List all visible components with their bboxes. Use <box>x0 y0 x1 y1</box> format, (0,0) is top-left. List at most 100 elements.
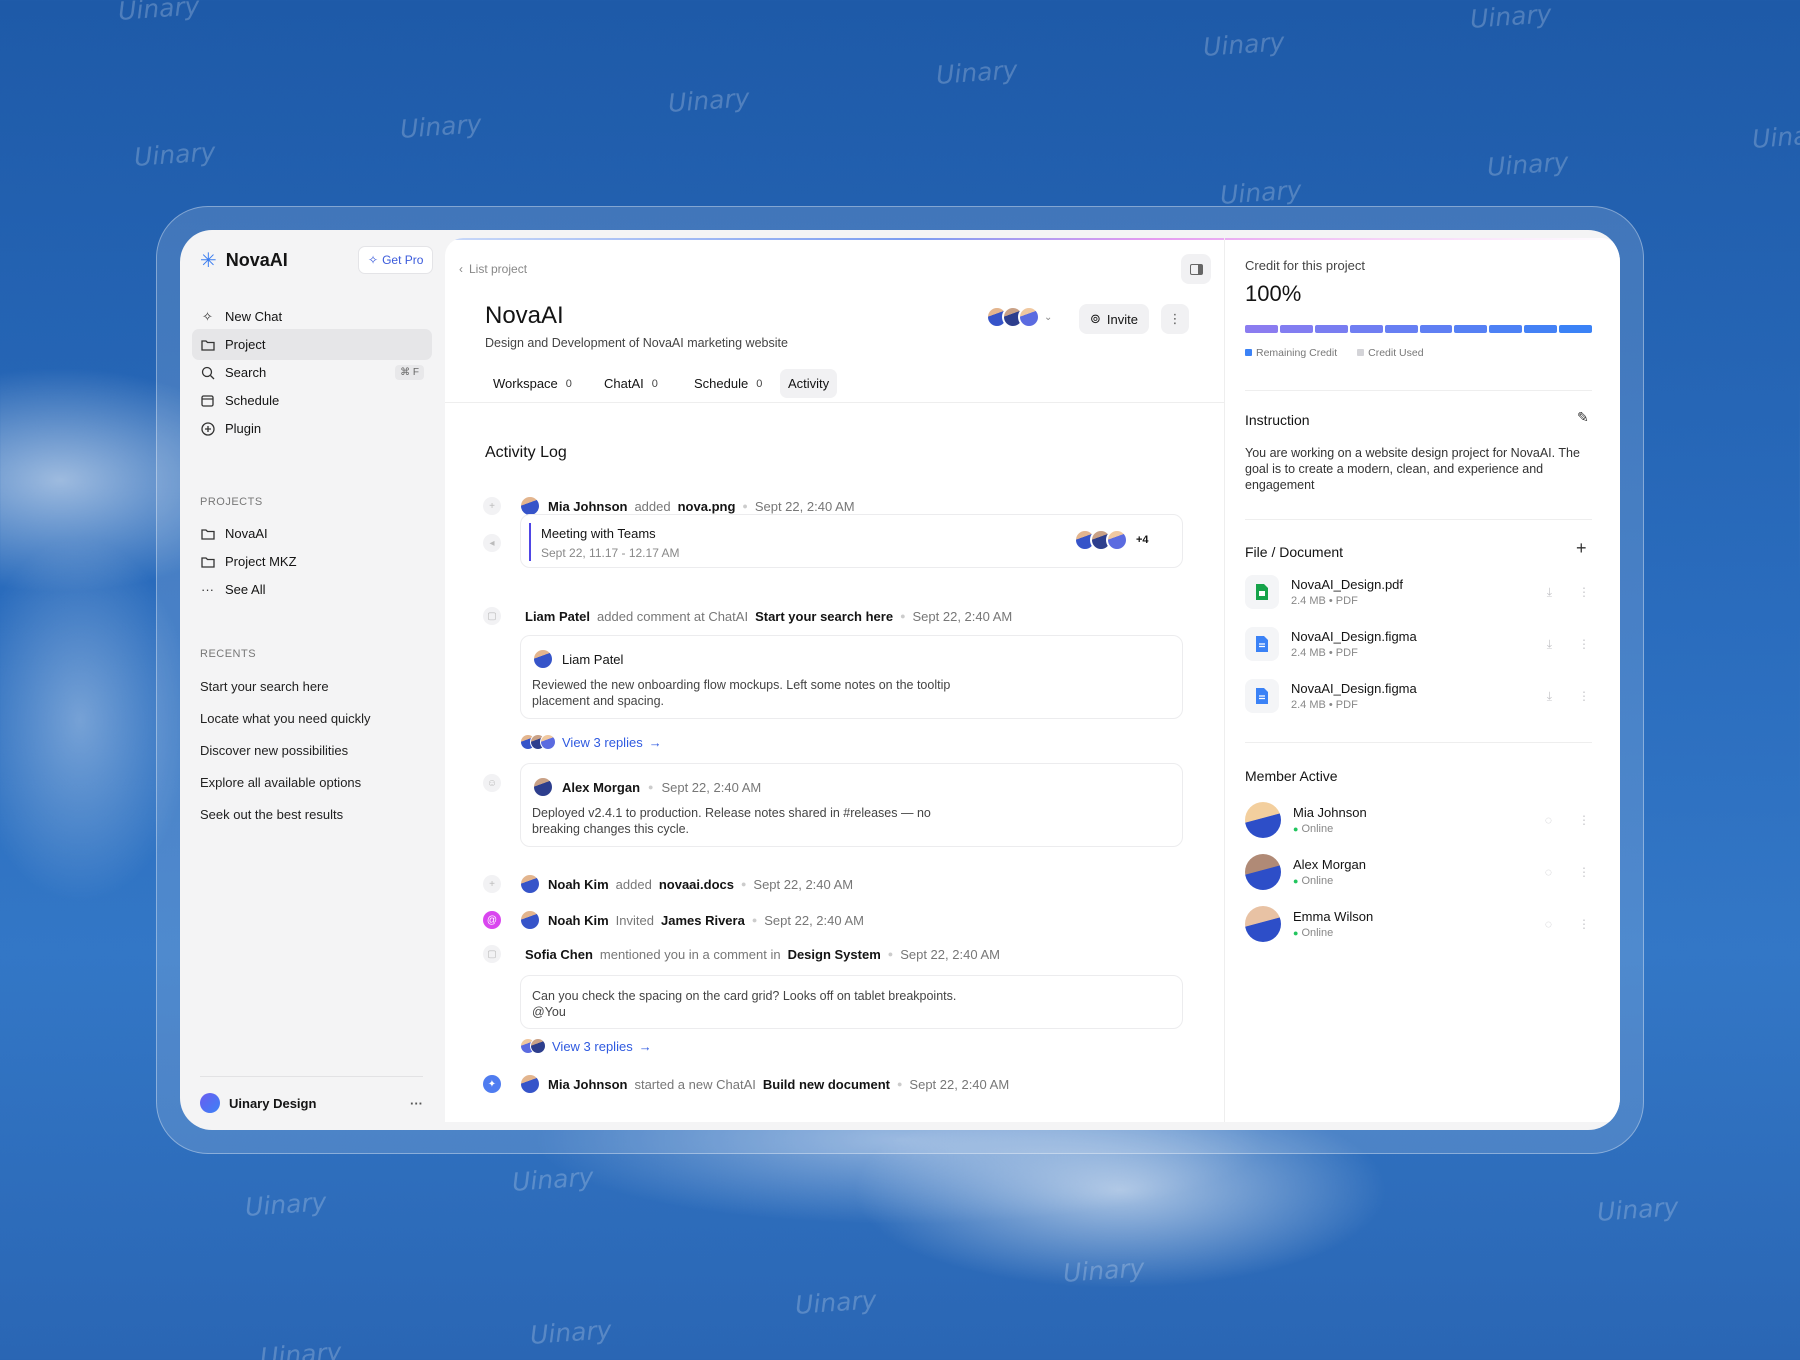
project-novaai[interactable]: NovaAI <box>192 518 432 549</box>
watermark: Uinary <box>117 0 201 26</box>
divider <box>1245 742 1592 743</box>
tab-label: Activity <box>788 376 830 391</box>
comment-card[interactable]: Liam Patel Reviewed the new onboarding f… <box>520 635 1183 719</box>
object-link[interactable]: Design System <box>788 947 881 962</box>
user-name[interactable]: Mia Johnson <box>548 499 627 514</box>
nav-schedule[interactable]: Schedule <box>192 385 432 416</box>
chat-icon[interactable]: ◌ <box>1545 917 1552 931</box>
see-all-projects[interactable]: ··· See All <box>192 574 432 605</box>
more-vertical-icon[interactable]: ⋮ <box>1578 689 1590 704</box>
watermark: Uinary <box>1469 0 1553 34</box>
divider <box>1245 390 1592 391</box>
chat-icon[interactable]: ◌ <box>1545 813 1552 827</box>
action-text: started a new ChatAI <box>634 1076 756 1092</box>
user-name[interactable]: Sofia Chen <box>525 947 593 962</box>
update-author: Alex Morgan ● Sept 22, 2:40 AM <box>532 776 761 798</box>
member-item[interactable]: Emma Wilson Online ◌ ⋮ <box>1245 906 1590 942</box>
nav-new-chat[interactable]: ✧ New Chat <box>192 301 432 332</box>
legend-label: Remaining Credit <box>1256 347 1338 359</box>
tab-activity[interactable]: Activity <box>780 369 838 398</box>
project-label: See All <box>225 582 266 597</box>
more-vertical-icon[interactable]: ⋮ <box>1578 917 1590 931</box>
nav-label: Search <box>225 365 267 380</box>
recent-item[interactable]: Seek out the best results <box>200 807 343 822</box>
user-name[interactable]: Noah Kim <box>548 877 609 892</box>
user-name[interactable]: Noah Kim <box>548 913 609 928</box>
more-vertical-icon[interactable]: ⋮ <box>1578 813 1590 827</box>
nav-plugin[interactable]: Plugin <box>192 413 432 444</box>
update-text: Deployed v2.4.1 to production. Release n… <box>532 806 931 836</box>
object-link[interactable]: novaai.docs <box>659 877 734 892</box>
get-pro-button[interactable]: ✧ Get Pro <box>358 246 434 274</box>
recent-item[interactable]: Start your search here <box>200 679 329 694</box>
separator-dot: ● <box>896 1079 903 1089</box>
avatar <box>1245 802 1281 838</box>
object-link[interactable]: James Rivera <box>661 913 745 928</box>
watermark: Uinary <box>935 55 1019 90</box>
object-link[interactable]: Start your search here <box>755 609 893 624</box>
tab-workspace[interactable]: Workspace 0 <box>485 369 580 398</box>
watermark: Uinary <box>1219 175 1303 210</box>
credit-segment <box>1279 325 1313 333</box>
edit-icon[interactable]: ✎ <box>1577 409 1589 426</box>
object-link[interactable]: nova.png <box>678 499 736 514</box>
tab-chatai[interactable]: ChatAI 0 <box>596 369 666 398</box>
file-item[interactable]: NovaAI_Design.figma 2.4 MB • PDF ⤓ ⋮ <box>1245 674 1590 718</box>
members-avatar-stack[interactable]: ⌄ <box>986 306 1052 328</box>
add-file-icon[interactable]: + <box>1576 538 1587 559</box>
recent-item[interactable]: Locate what you need quickly <box>200 711 371 726</box>
timestamp: Sept 22, 2:40 AM <box>764 912 864 928</box>
action-text: added <box>634 498 671 514</box>
activity-gutter: ☺ <box>483 774 518 792</box>
avatar <box>1018 306 1040 328</box>
file-item[interactable]: NovaAI_Design.pdf 2.4 MB • PDF ⤓ ⋮ <box>1245 570 1590 614</box>
member-status: Online <box>1293 875 1366 887</box>
download-icon[interactable]: ⤓ <box>1547 637 1552 652</box>
user-name[interactable]: Liam Patel <box>525 609 590 624</box>
update-card[interactable]: Alex Morgan ● Sept 22, 2:40 AM Deployed v2… <box>520 763 1183 847</box>
invite-button[interactable]: ⊚ Invite <box>1079 304 1149 334</box>
credit-segment <box>1524 325 1558 333</box>
app-name: NovaAI <box>225 250 288 270</box>
action-text: added <box>615 876 652 892</box>
user-name[interactable]: Mia Johnson <box>548 1077 627 1092</box>
action-text: Invited <box>615 912 654 928</box>
sparkle-icon: ✧ <box>368 253 379 267</box>
project-mkz[interactable]: Project MKZ <box>192 546 432 577</box>
watermark: Uinary <box>1062 1253 1146 1288</box>
member-item[interactable]: Alex Morgan Online ◌ ⋮ <box>1245 854 1590 890</box>
activity-panel: ‹ List project NovaAI Design and Developm… <box>445 238 1225 1122</box>
nav-project[interactable]: Project <box>192 329 432 360</box>
nav-search[interactable]: Search ⌘ F <box>192 357 432 388</box>
recent-item[interactable]: Explore all available options <box>200 775 361 790</box>
avatar <box>532 776 554 798</box>
workspace-more-icon[interactable]: ··· <box>410 1096 423 1111</box>
projects-heading: PROJECTS <box>200 496 263 508</box>
download-icon[interactable]: ⤓ <box>1547 689 1552 704</box>
chat-icon[interactable]: ◌ <box>1545 865 1552 879</box>
meeting-card[interactable]: Meeting with Teams Sept 22, 11.17 - 12.1… <box>520 514 1183 568</box>
workspace-switcher[interactable]: Uinary Design ··· <box>200 1076 423 1113</box>
object-link[interactable]: Build new document <box>763 1077 890 1092</box>
project-label: NovaAI <box>225 526 268 541</box>
credit-segment <box>1559 325 1593 333</box>
chevron-down-icon: ⌄ <box>1044 311 1053 323</box>
invite-label: Invite <box>1106 311 1138 327</box>
toggle-panel-button[interactable] <box>1181 254 1211 284</box>
more-vertical-icon[interactable]: ⋮ <box>1578 637 1590 652</box>
member-item[interactable]: Mia Johnson Online ◌ ⋮ <box>1245 802 1590 838</box>
credit-segment <box>1245 325 1278 333</box>
tab-schedule[interactable]: Schedule 0 <box>686 369 770 398</box>
file-item[interactable]: NovaAI_Design.figma 2.4 MB • PDF ⤓ ⋮ <box>1245 622 1590 666</box>
more-vertical-icon[interactable]: ⋮ <box>1578 865 1590 879</box>
download-icon[interactable]: ⤓ <box>1547 585 1552 600</box>
recent-item[interactable]: Discover new possibilities <box>200 743 348 758</box>
plus-circle-icon <box>200 421 215 436</box>
view-replies-link[interactable]: View 3 replies → <box>520 734 662 750</box>
mention-card[interactable]: Can you check the spacing on the card gr… <box>520 975 1183 1029</box>
more-vertical-icon[interactable]: ⋮ <box>1578 585 1590 600</box>
back-link[interactable]: ‹ List project <box>459 262 527 276</box>
sparkle-icon: ✦ <box>483 1075 501 1093</box>
more-options-icon[interactable]: ⋮ <box>1161 304 1189 334</box>
view-replies-link[interactable]: View 3 replies → <box>520 1038 652 1054</box>
